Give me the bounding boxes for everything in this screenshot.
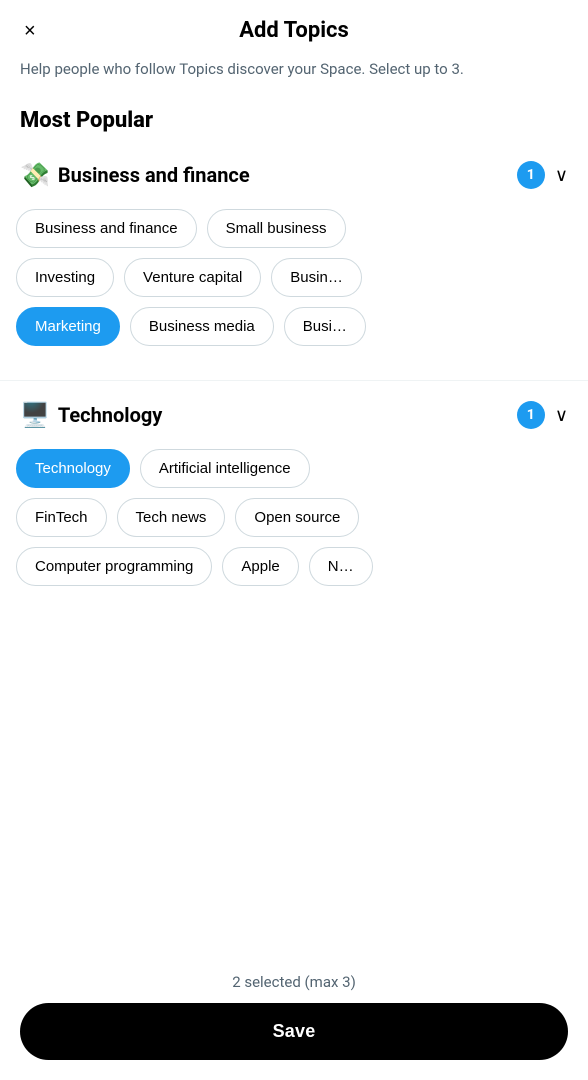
tag-busi-partial[interactable]: Busi… — [284, 307, 366, 346]
category-technology: 🖥️ Technology 1 ∨ Technology Artificial … — [0, 389, 588, 612]
close-icon: × — [24, 20, 36, 42]
chevron-down-icon-business: ∨ — [555, 165, 568, 186]
category-title-technology: Technology — [58, 403, 517, 427]
tag-investing[interactable]: Investing — [16, 258, 114, 297]
tag-busin-partial[interactable]: Busin… — [271, 258, 362, 297]
tags-row-business-3: Marketing Business media Busi… — [16, 307, 572, 346]
tags-row-business-2: Investing Venture capital Busin… — [16, 258, 572, 297]
category-badge-business: 1 — [517, 161, 545, 189]
close-button[interactable]: × — [20, 17, 40, 45]
tag-business-media[interactable]: Business media — [130, 307, 274, 346]
divider-1 — [0, 380, 588, 381]
tag-n-partial[interactable]: N… — [309, 547, 373, 586]
page-content: × Add Topics Help people who follow Topi… — [0, 0, 588, 732]
section-label-most-popular: Most Popular — [0, 100, 588, 149]
tag-artificial-intelligence[interactable]: Artificial intelligence — [140, 449, 310, 488]
tag-computer-programming[interactable]: Computer programming — [16, 547, 212, 586]
subtitle-text: Help people who follow Topics discover y… — [0, 55, 588, 100]
category-header-business[interactable]: 💸 Business and finance 1 ∨ — [0, 149, 588, 201]
tag-marketing[interactable]: Marketing — [16, 307, 120, 346]
tags-business: Business and finance Small business Inve… — [0, 201, 588, 372]
technology-emoji: 🖥️ — [20, 401, 50, 429]
save-button[interactable]: Save — [20, 1003, 568, 1060]
tags-row-business-1: Business and finance Small business — [16, 209, 572, 248]
page-title: Add Topics — [239, 18, 349, 43]
tag-venture-capital[interactable]: Venture capital — [124, 258, 261, 297]
tags-technology: Technology Artificial intelligence FinTe… — [0, 441, 588, 612]
category-header-technology[interactable]: 🖥️ Technology 1 ∨ — [0, 389, 588, 441]
tags-row-tech-3: Computer programming Apple N… — [16, 547, 572, 586]
tag-fintech[interactable]: FinTech — [16, 498, 107, 537]
tag-business-and-finance[interactable]: Business and finance — [16, 209, 197, 248]
bottom-bar: 2 selected (max 3) Save — [0, 961, 588, 1080]
category-title-business: Business and finance — [58, 163, 517, 187]
header: × Add Topics — [0, 0, 588, 55]
tag-apple[interactable]: Apple — [222, 547, 298, 586]
tag-technology[interactable]: Technology — [16, 449, 130, 488]
tags-row-tech-2: FinTech Tech news Open source — [16, 498, 572, 537]
tag-tech-news[interactable]: Tech news — [117, 498, 226, 537]
chevron-down-icon-technology: ∨ — [555, 405, 568, 426]
selected-count-text: 2 selected (max 3) — [20, 973, 568, 991]
tags-row-tech-1: Technology Artificial intelligence — [16, 449, 572, 488]
category-badge-technology: 1 — [517, 401, 545, 429]
business-emoji: 💸 — [20, 161, 50, 189]
tag-open-source[interactable]: Open source — [235, 498, 359, 537]
category-business: 💸 Business and finance 1 ∨ Business and … — [0, 149, 588, 372]
tag-small-business[interactable]: Small business — [207, 209, 346, 248]
